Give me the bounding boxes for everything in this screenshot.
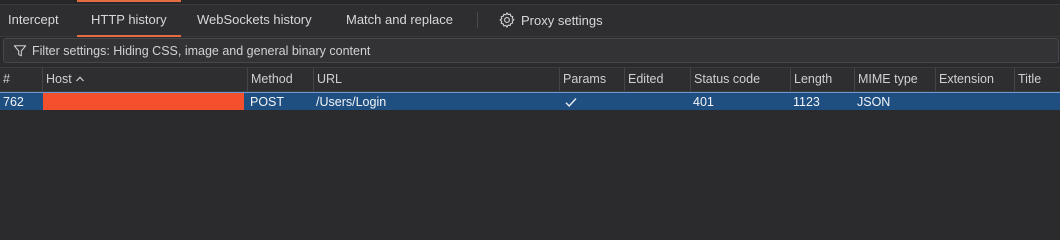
tab-match-and-replace[interactable]: Match and replace (346, 6, 453, 36)
tab-intercept[interactable]: Intercept (8, 6, 59, 36)
column-header-host[interactable]: Host (42, 68, 247, 91)
column-header-number[interactable]: # (0, 68, 42, 91)
tab-separator (477, 12, 478, 28)
filter-settings-bar[interactable]: Filter settings: Hiding CSS, image and g… (3, 38, 1059, 63)
column-header-params[interactable]: Params (559, 68, 624, 91)
filter-settings-label: Filter settings: Hiding CSS, image and g… (32, 43, 371, 58)
column-header-extension[interactable]: Extension (935, 68, 1014, 91)
proxy-tab-bar: Intercept HTTP history WebSockets histor… (0, 0, 1060, 37)
column-header-mime-type[interactable]: MIME type (854, 68, 935, 91)
column-header-edited[interactable]: Edited (624, 68, 690, 91)
table-header: # Host Method URL Params Edited Status c… (0, 67, 1060, 92)
tab-websockets-history[interactable]: WebSockets history (197, 6, 312, 36)
gear-icon (499, 12, 515, 28)
tab-http-history[interactable]: HTTP history (77, 0, 181, 37)
proxy-settings-label: Proxy settings (521, 12, 603, 28)
params-checkmark-icon (565, 98, 577, 108)
column-header-length[interactable]: Length (790, 68, 854, 91)
http-history-table: # Host Method URL Params Edited Status c… (0, 67, 1060, 113)
column-header-url[interactable]: URL (313, 68, 559, 91)
column-header-status-code[interactable]: Status code (690, 68, 790, 91)
funnel-icon (13, 44, 27, 56)
sort-ascending-icon (75, 76, 84, 82)
column-header-title[interactable]: Title (1014, 68, 1060, 91)
table-empty-area (0, 110, 1060, 218)
proxy-panel: Intercept HTTP history WebSockets histor… (0, 0, 1060, 218)
proxy-settings-button[interactable]: Proxy settings (498, 6, 603, 34)
column-header-host-label: Host (46, 72, 72, 86)
column-header-method[interactable]: Method (247, 68, 313, 91)
